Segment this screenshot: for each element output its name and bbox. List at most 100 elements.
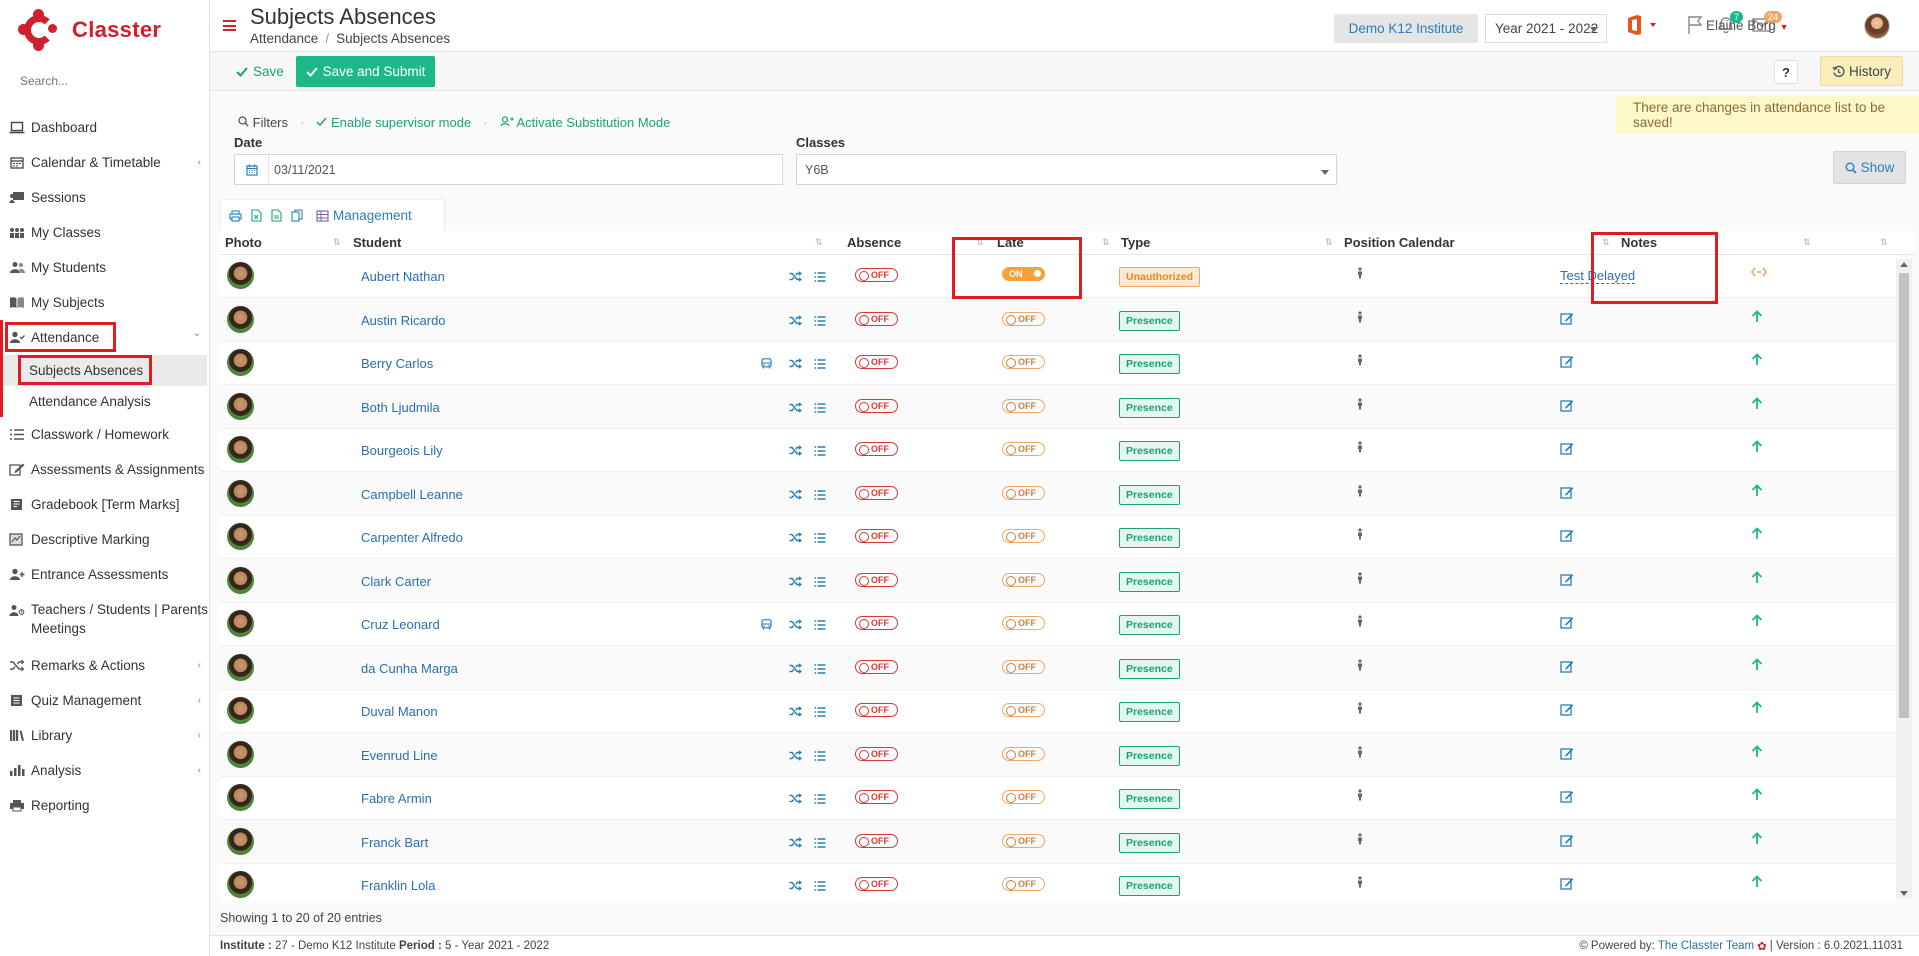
edit-note-icon[interactable] [1560, 399, 1574, 415]
column-header-position-calendar[interactable]: Position Calendar [1344, 235, 1455, 250]
arrow-up-icon[interactable] [1751, 483, 1763, 500]
note-link[interactable]: Test Delayed [1560, 268, 1636, 284]
user-menu[interactable]: Elaine Borg ▼ [1706, 18, 1788, 33]
help-button[interactable]: ? [1774, 60, 1798, 84]
hamburger-menu-icon[interactable] [223, 20, 236, 31]
list-icon[interactable] [814, 531, 826, 546]
date-input[interactable] [269, 162, 749, 177]
student-name-link[interactable]: Fabre Armin [361, 791, 432, 806]
student-name-link[interactable]: Bourgeois Lily [361, 443, 443, 458]
sidebar-item-my-students[interactable]: My Students [0, 250, 209, 285]
chevron-left-icon[interactable]: ‹ [198, 730, 201, 741]
late-toggle[interactable]: OFF [1002, 572, 1045, 587]
column-header-type[interactable]: Type [1121, 235, 1150, 250]
edit-note-icon[interactable] [1560, 703, 1574, 719]
shuffle-icon[interactable] [789, 662, 802, 677]
calendar-button[interactable] [235, 155, 269, 184]
student-name-link[interactable]: Franck Bart [361, 835, 428, 850]
attendance-type-badge[interactable]: Presence [1119, 702, 1180, 722]
late-toggle[interactable]: OFF [1002, 659, 1045, 674]
student-name-link[interactable]: Franklin Lola [361, 878, 435, 893]
csv-file-icon[interactable] [271, 209, 282, 222]
late-toggle[interactable]: OFF [1002, 703, 1045, 717]
chevron-down-icon[interactable]: ⌄ [193, 328, 201, 339]
shuffle-icon[interactable] [789, 357, 802, 372]
list-icon[interactable] [814, 270, 826, 285]
list-icon[interactable] [814, 618, 826, 633]
sidebar-item-library[interactable]: Library ‹ [0, 718, 209, 753]
save-and-submit-button[interactable]: Save and Submit [296, 56, 435, 87]
absence-toggle[interactable]: OFF [855, 355, 898, 369]
position-calendar-icon[interactable] [1355, 397, 1365, 413]
shuffle-icon[interactable] [789, 749, 802, 764]
management-button[interactable]: Management [316, 208, 412, 223]
position-calendar-icon[interactable] [1355, 789, 1365, 804]
scroll-up-icon[interactable] [1900, 262, 1908, 267]
sidebar-item-quiz-management[interactable]: Quiz Management ‹ [0, 683, 209, 718]
absence-toggle[interactable]: OFF [855, 529, 898, 543]
absence-toggle[interactable]: OFF [855, 746, 898, 761]
sort-icon[interactable]: ⇅ [1102, 237, 1109, 248]
late-toggle[interactable]: OFF [1002, 790, 1045, 804]
edit-note-icon[interactable] [1560, 877, 1574, 893]
arrow-up-icon[interactable] [1751, 527, 1763, 543]
sort-icon[interactable]: ⇅ [976, 237, 983, 248]
student-name-link[interactable]: Austin Ricardo [361, 313, 446, 328]
shuffle-icon[interactable] [789, 401, 802, 416]
sort-icon[interactable]: ⇅ [333, 237, 340, 248]
list-icon[interactable] [814, 444, 826, 459]
flag-icon[interactable] [1686, 15, 1706, 35]
sidebar-item-analysis[interactable]: Analysis ‹ [0, 753, 209, 788]
arrow-up-icon[interactable] [1751, 353, 1763, 369]
filters-toggle[interactable]: Filters [238, 115, 288, 130]
edit-note-icon[interactable] [1560, 834, 1574, 850]
list-icon[interactable] [814, 314, 826, 329]
student-name-link[interactable]: Cruz Leonard [361, 617, 440, 632]
arrow-up-icon[interactable] [1751, 396, 1763, 413]
sort-icon[interactable]: ⇅ [1325, 237, 1332, 248]
position-calendar-icon[interactable] [1355, 745, 1365, 761]
late-toggle[interactable]: OFF [1002, 311, 1045, 326]
attendance-type-badge[interactable]: Presence [1119, 832, 1180, 853]
late-toggle[interactable]: OFF [1002, 398, 1045, 413]
position-calendar-icon[interactable] [1355, 267, 1365, 282]
list-icon[interactable] [814, 879, 826, 894]
list-icon[interactable] [814, 401, 826, 416]
sidebar-item-gradebook-term-marks[interactable]: Gradebook [Term Marks] [0, 487, 209, 522]
arrow-up-icon[interactable] [1751, 614, 1763, 630]
shuffle-icon[interactable] [789, 444, 802, 459]
edit-note-icon[interactable] [1560, 573, 1574, 589]
student-name-link[interactable]: da Cunha Marga [361, 661, 458, 676]
list-icon[interactable] [814, 792, 826, 807]
position-calendar-icon[interactable] [1355, 310, 1365, 326]
chevron-left-icon[interactable]: ‹ [198, 604, 201, 623]
student-name-link[interactable]: Both Ljudmila [361, 400, 440, 415]
student-name-link[interactable]: Campbell Leanne [361, 487, 463, 502]
absence-toggle[interactable]: OFF [855, 703, 898, 717]
arrow-up-icon[interactable] [1751, 570, 1763, 587]
copy-icon[interactable] [291, 209, 303, 222]
shuffle-icon[interactable] [789, 531, 802, 546]
late-toggle[interactable]: OFF [1002, 485, 1045, 500]
sidebar-item-attendance[interactable]: Attendance ⌄ [0, 320, 209, 355]
late-toggle[interactable]: OFF [1002, 355, 1045, 369]
sidebar-search[interactable] [0, 60, 209, 102]
absence-toggle[interactable]: OFF [855, 790, 898, 804]
chevron-left-icon[interactable]: ‹ [198, 464, 201, 475]
edit-note-icon[interactable] [1560, 486, 1574, 502]
shuffle-icon[interactable] [789, 270, 802, 285]
edit-note-icon[interactable] [1560, 442, 1574, 458]
attendance-type-badge[interactable]: Presence [1119, 658, 1180, 679]
student-name-link[interactable]: Clark Carter [361, 574, 431, 589]
enable-supervisor-mode-link[interactable]: Enable supervisor mode [316, 115, 471, 130]
shuffle-icon[interactable] [789, 488, 802, 503]
arrow-up-icon[interactable] [1751, 440, 1763, 456]
history-button[interactable]: History [1820, 56, 1903, 86]
late-toggle[interactable]: OFF [1002, 442, 1045, 456]
edit-note-icon[interactable] [1560, 790, 1574, 806]
late-toggle[interactable]: OFF [1002, 529, 1045, 543]
edit-note-icon[interactable] [1560, 355, 1574, 371]
sidebar-subitem-subjects-absences[interactable]: Subjects Absences [0, 355, 207, 386]
attendance-type-badge[interactable]: Presence [1119, 354, 1180, 374]
late-toggle[interactable]: OFF [1002, 833, 1045, 848]
